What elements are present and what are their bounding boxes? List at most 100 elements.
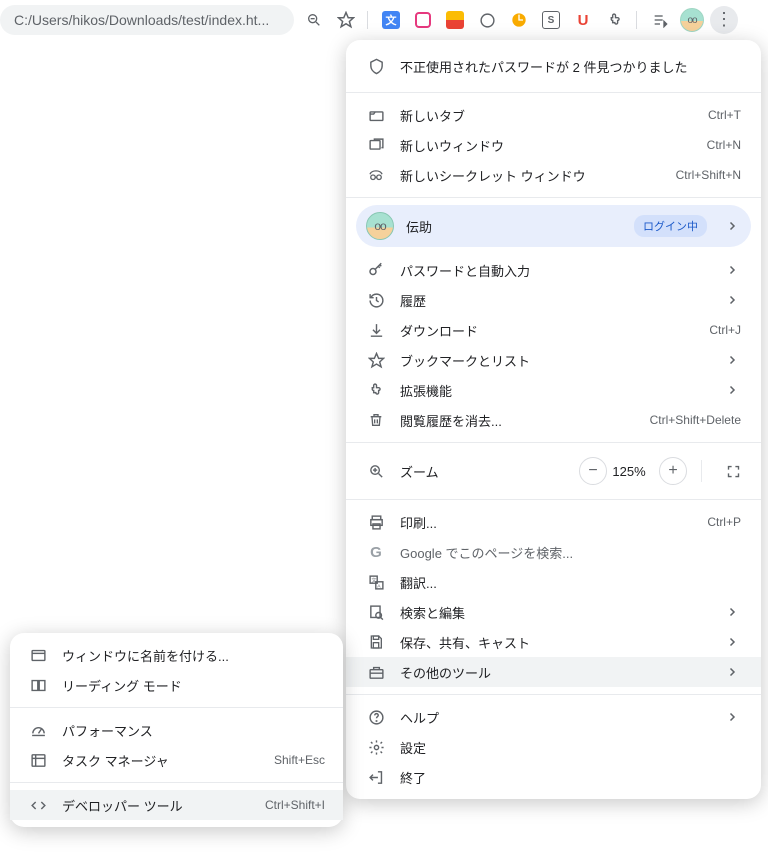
zoom-separator: [701, 460, 702, 482]
window-icon: [28, 645, 48, 665]
print-shortcut: Ctrl+P: [707, 515, 741, 529]
menu-separator: [346, 499, 761, 500]
dev-tools-label: デベロッパー ツール: [62, 796, 265, 815]
chevron-right-icon: [723, 354, 741, 366]
performance-item[interactable]: パフォーマンス: [10, 715, 343, 745]
more-tools-label: その他のツール: [400, 663, 713, 682]
extension-translate-icon[interactable]: 文: [377, 6, 405, 34]
chevron-right-icon: [723, 384, 741, 396]
bookmark-star-icon[interactable]: [332, 6, 360, 34]
task-icon: [28, 750, 48, 770]
settings-item[interactable]: 設定: [346, 732, 761, 762]
profile-avatar-icon[interactable]: oo: [678, 6, 706, 34]
bookmarks-item[interactable]: ブックマークとリスト: [346, 345, 761, 375]
extension-icon-6[interactable]: S: [537, 6, 565, 34]
window-icon: [366, 135, 386, 155]
save-icon: [366, 632, 386, 652]
dev-tools-item[interactable]: デベロッパー ツール Ctrl+Shift+I: [10, 790, 343, 820]
zoom-out-button[interactable]: −: [579, 457, 607, 485]
passwords-item[interactable]: パスワードと自動入力: [346, 255, 761, 285]
password-warning-label: 不正使用されたパスワードが 2 件見つかりました: [400, 57, 741, 76]
chevron-right-icon: [723, 636, 741, 648]
extensions-puzzle-icon[interactable]: [601, 6, 629, 34]
fullscreen-button[interactable]: [719, 457, 747, 485]
history-icon: [366, 290, 386, 310]
exit-icon: [366, 767, 386, 787]
new-tab-item[interactable]: 新しいタブ Ctrl+T: [346, 100, 761, 130]
menu-separator: [346, 694, 761, 695]
downloads-item[interactable]: ダウンロード Ctrl+J: [346, 315, 761, 345]
clear-data-label: 閲覧履歴を消去...: [400, 411, 650, 430]
profile-item[interactable]: oo 伝助 ログイン中: [356, 205, 751, 247]
passwords-label: パスワードと自動入力: [400, 261, 713, 280]
google-search-label: Google でこのページを検索...: [400, 543, 741, 562]
extensions-label: 拡張機能: [400, 381, 713, 400]
downloads-label: ダウンロード: [400, 321, 709, 340]
name-window-item[interactable]: ウィンドウに名前を付ける...: [10, 640, 343, 670]
exit-item[interactable]: 終了: [346, 762, 761, 792]
speedometer-icon: [28, 720, 48, 740]
new-incognito-item[interactable]: 新しいシークレット ウィンドウ Ctrl+Shift+N: [346, 160, 761, 190]
extension-icon-4[interactable]: [473, 6, 501, 34]
url-bar[interactable]: C:/Users/hikos/Downloads/test/index.ht..…: [0, 5, 294, 35]
avatar-icon: oo: [366, 212, 394, 240]
extension-icon-5[interactable]: [505, 6, 533, 34]
toolbar-separator: [367, 11, 368, 29]
main-menu-button[interactable]: ⋮: [710, 6, 738, 34]
zoom-indicator-icon[interactable]: [300, 6, 328, 34]
shield-icon: [366, 56, 386, 76]
svg-text:文: 文: [371, 576, 376, 583]
help-icon: [366, 707, 386, 727]
clear-data-item[interactable]: 閲覧履歴を消去... Ctrl+Shift+Delete: [346, 405, 761, 435]
new-incognito-shortcut: Ctrl+Shift+N: [676, 168, 741, 182]
new-tab-shortcut: Ctrl+T: [708, 108, 741, 122]
google-search-item[interactable]: G Google でこのページを検索...: [346, 537, 761, 567]
find-edit-item[interactable]: 検索と編集: [346, 597, 761, 627]
zoom-in-button[interactable]: +: [659, 457, 687, 485]
profile-name: 伝助: [406, 217, 634, 236]
exit-label: 終了: [400, 768, 741, 787]
media-control-icon[interactable]: [646, 6, 674, 34]
password-warning-item[interactable]: 不正使用されたパスワードが 2 件見つかりました: [346, 47, 761, 85]
login-status-badge: ログイン中: [634, 215, 707, 237]
reading-mode-item[interactable]: リーディング モード: [10, 670, 343, 700]
menu-separator: [346, 197, 761, 198]
task-manager-shortcut: Shift+Esc: [274, 753, 325, 767]
save-share-item[interactable]: 保存、共有、キャスト: [346, 627, 761, 657]
extension-icon-3[interactable]: [441, 6, 469, 34]
task-manager-label: タスク マネージャ: [62, 751, 274, 770]
new-window-shortcut: Ctrl+N: [707, 138, 741, 152]
zoom-label: ズーム: [400, 462, 571, 481]
zoom-icon: [366, 461, 386, 481]
name-window-label: ウィンドウに名前を付ける...: [62, 646, 325, 665]
key-icon: [366, 260, 386, 280]
incognito-icon: [366, 165, 386, 185]
task-manager-item[interactable]: タスク マネージャ Shift+Esc: [10, 745, 343, 775]
help-item[interactable]: ヘルプ: [346, 702, 761, 732]
print-item[interactable]: 印刷... Ctrl+P: [346, 507, 761, 537]
help-label: ヘルプ: [400, 708, 713, 727]
history-item[interactable]: 履歴: [346, 285, 761, 315]
chrome-main-menu: 不正使用されたパスワードが 2 件見つかりました 新しいタブ Ctrl+T 新し…: [346, 40, 761, 799]
downloads-shortcut: Ctrl+J: [709, 323, 741, 337]
chevron-right-icon: [723, 711, 741, 723]
extension-icon-2[interactable]: [409, 6, 437, 34]
menu-separator: [346, 92, 761, 93]
browser-toolbar: C:/Users/hikos/Downloads/test/index.ht..…: [0, 0, 768, 40]
translate-icon: 文A: [366, 572, 386, 592]
dev-tools-shortcut: Ctrl+Shift+I: [265, 798, 325, 812]
download-icon: [366, 320, 386, 340]
chevron-right-icon: [723, 606, 741, 618]
trash-icon: [366, 410, 386, 430]
code-icon: [28, 795, 48, 815]
toolbox-icon: [366, 662, 386, 682]
extension-icon-7[interactable]: U: [569, 6, 597, 34]
bookmarks-label: ブックマークとリスト: [400, 351, 713, 370]
more-tools-item[interactable]: その他のツール: [346, 657, 761, 687]
extensions-item[interactable]: 拡張機能: [346, 375, 761, 405]
new-tab-label: 新しいタブ: [400, 106, 708, 125]
translate-item[interactable]: 文A 翻訳...: [346, 567, 761, 597]
new-window-item[interactable]: 新しいウィンドウ Ctrl+N: [346, 130, 761, 160]
star-icon: [366, 350, 386, 370]
puzzle-icon: [366, 380, 386, 400]
